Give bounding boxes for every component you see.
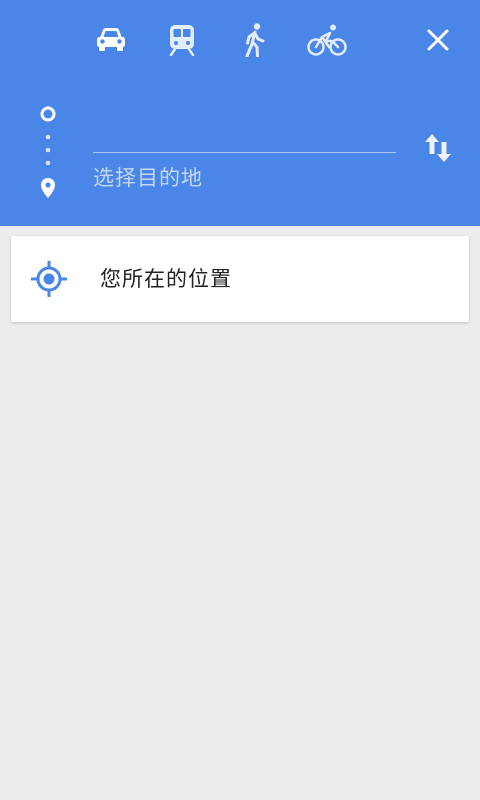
suggestion-label: 您所在的位置 xyxy=(100,267,232,291)
suggestion-your-location[interactable]: 您所在的位置 xyxy=(11,236,469,322)
directions-header: 选择目的地 xyxy=(0,0,480,226)
close-icon xyxy=(427,29,449,51)
my-location-icon xyxy=(30,260,68,298)
route-indicator xyxy=(36,104,60,204)
mode-transit-button[interactable] xyxy=(160,20,204,60)
origin-input[interactable] xyxy=(93,108,396,153)
walk-icon xyxy=(245,23,265,57)
route-dot-icon xyxy=(45,147,51,153)
route-dot-icon xyxy=(45,160,51,166)
close-button[interactable] xyxy=(416,20,460,60)
transit-icon xyxy=(169,25,195,56)
route-dot-icon xyxy=(45,134,51,140)
mode-walking-button[interactable] xyxy=(233,20,277,60)
car-icon xyxy=(97,28,125,51)
destination-input[interactable]: 选择目的地 xyxy=(93,158,396,198)
swap-button[interactable] xyxy=(414,124,462,172)
mode-driving-button[interactable] xyxy=(89,20,133,60)
destination-pin-icon xyxy=(41,178,55,198)
origin-dot-icon xyxy=(40,106,56,122)
swap-icon xyxy=(425,134,451,162)
bike-icon xyxy=(307,24,347,56)
mode-cycling-button[interactable] xyxy=(305,20,349,60)
